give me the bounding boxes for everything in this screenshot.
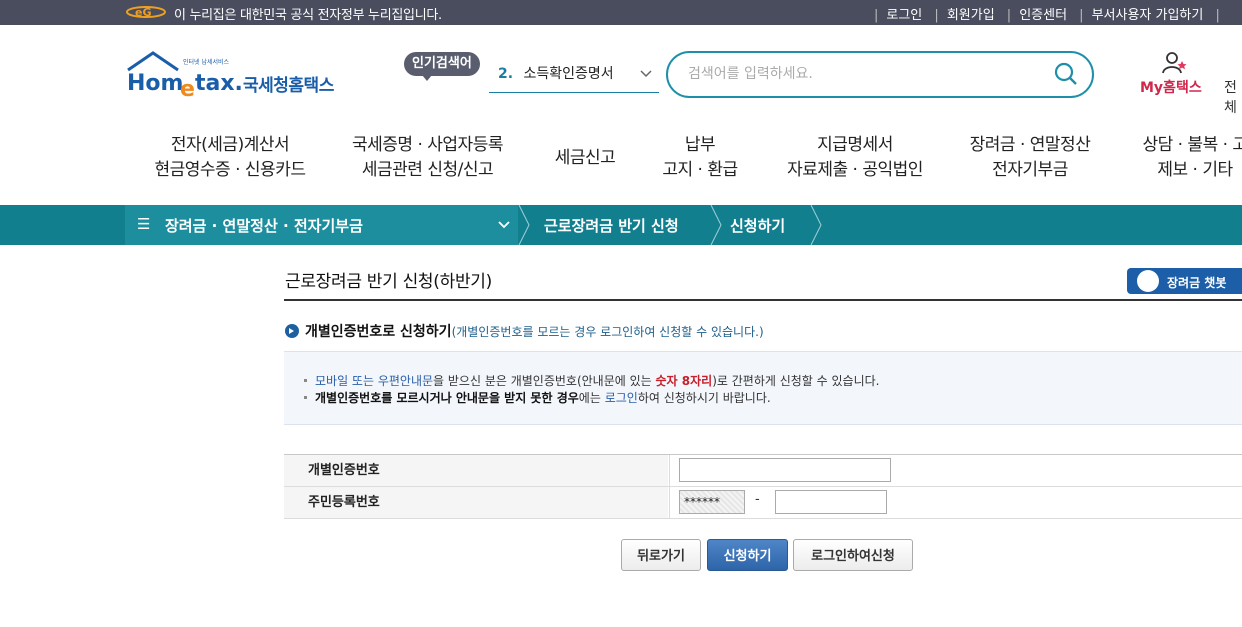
- breadcrumb-menu[interactable]: ☰ 장려금 · 연말정산 · 전자기부금: [125, 205, 518, 245]
- svg-text:e: e: [180, 77, 195, 102]
- application-form: 개별인증번호 주민등록번호 ****** -: [284, 454, 1242, 519]
- bullet-icon: [304, 379, 307, 382]
- auth-number-input[interactable]: [679, 458, 891, 482]
- all-menu-button[interactable]: 전체: [1224, 77, 1242, 117]
- user-icon: [1162, 52, 1187, 74]
- my-hometax-label: My홈택스: [1140, 80, 1202, 96]
- my-hometax-button[interactable]: My홈택스: [1140, 51, 1210, 97]
- svg-text:eG: eG: [135, 6, 152, 19]
- breadcrumb-separator-icon: [518, 205, 530, 245]
- popular-search-badge: 인기검색어: [404, 52, 480, 81]
- cert-center-link[interactable]: 인증센터: [1019, 8, 1067, 23]
- breadcrumb-level1: 장려금 · 연말정산 · 전자기부금: [165, 217, 363, 235]
- search-icon[interactable]: [1054, 62, 1078, 86]
- e-government-logo-icon: eG: [126, 6, 166, 19]
- breadcrumb-level2[interactable]: 근로장려금 반기 신청: [544, 215, 679, 236]
- search-box: [666, 51, 1094, 98]
- nav-payment-statements[interactable]: 지급명세서 자료제출 · 공익법인: [780, 133, 930, 183]
- rrn-cell: ****** -: [669, 487, 1242, 518]
- chevron-down-icon: [498, 221, 510, 229]
- nav-tax-filing[interactable]: 세금신고: [545, 146, 625, 171]
- logo-text: 국세청홈택스: [243, 76, 334, 96]
- gov-notice-text: 이 누리집은 대한민국 공식 전자정부 누리집입니다.: [174, 8, 442, 23]
- popular-keyword-rank: 2.: [498, 66, 514, 82]
- svg-text:Hom: Hom: [127, 71, 183, 96]
- form-row-auth: 개별인증번호: [284, 455, 1242, 487]
- bullet-icon: [304, 396, 307, 399]
- section-heading: 개별인증번호로 신청하기(개별인증번호를 모르는 경우 로그인하여 신청할 수 …: [285, 321, 764, 341]
- info-line-2: 개별인증번호를 모르시거나 안내문을 받지 못한 경우에는 로그인하여 신청하시…: [304, 389, 771, 406]
- arrow-circle-icon: [285, 324, 299, 338]
- section-title: 개별인증번호로 신청하기: [305, 324, 452, 340]
- breadcrumb-level3[interactable]: 신청하기: [730, 215, 785, 236]
- nav-certificates[interactable]: 국세증명 · 사업자등록 세금관련 신청/신고: [345, 133, 510, 183]
- site-header: Hom e tax. 인터넷 납세서비스 국세청홈택스 인기검색어 2. 소득확…: [0, 25, 1242, 205]
- chatbot-button[interactable]: 장려금 챗봇: [1127, 268, 1242, 294]
- nav-payment[interactable]: 납부 고지 · 환급: [655, 133, 745, 183]
- popular-keyword-select[interactable]: 2. 소득확인증명서: [489, 62, 659, 93]
- chatbot-icon: [1137, 270, 1159, 292]
- breadcrumb: ☰ 장려금 · 연말정산 · 전자기부금 근로장려금 반기 신청 신청하기: [0, 205, 1242, 245]
- top-links: | 로그인 | 회원가입 | 인증센터 | 부서사용자 가입하기 |: [874, 8, 1220, 23]
- svg-text:인터넷 납세서비스: 인터넷 납세서비스: [183, 58, 230, 66]
- back-button[interactable]: 뒤로가기: [621, 539, 701, 571]
- info-line-1: 모바일 또는 우편안내문을 받으신 분은 개별인증번호(안내문에 있는 숫자 8…: [304, 372, 880, 389]
- apply-button[interactable]: 신청하기: [707, 539, 788, 571]
- rrn-dash: -: [755, 492, 760, 507]
- chevron-down-icon: [640, 70, 652, 78]
- dept-user-signup-link[interactable]: 부서사용자 가입하기: [1092, 8, 1204, 23]
- nav-e-invoice[interactable]: 전자(세금)계산서 현금영수증 · 신용카드: [145, 133, 315, 183]
- gov-notice-bar: eG 이 누리집은 대한민국 공식 전자정부 누리집입니다. | 로그인 | 회원가…: [0, 0, 1242, 25]
- hamburger-icon: ☰: [137, 215, 151, 233]
- breadcrumb-separator-icon: [810, 205, 822, 245]
- search-input[interactable]: [686, 61, 1040, 87]
- nav-incentives-year-end[interactable]: 장려금 · 연말정산 전자기부금: [965, 133, 1095, 183]
- login-link[interactable]: 로그인: [886, 8, 922, 23]
- section-note: (개별인증번호를 모르는 경우 로그인하여 신청할 수 있습니다.): [451, 325, 764, 339]
- form-row-rrn: 주민등록번호 ****** -: [284, 487, 1242, 519]
- svg-text:tax.: tax.: [195, 71, 243, 96]
- rrn-back-input[interactable]: [775, 490, 887, 514]
- nav-consult-etc[interactable]: 상담 · 불복 · 고 제보 · 기타: [1140, 133, 1242, 183]
- title-divider: [284, 299, 1242, 301]
- popular-keyword-text: 소득확인증명서: [523, 66, 614, 82]
- info-box: 모바일 또는 우편안내문을 받으신 분은 개별인증번호(안내문에 있는 숫자 8…: [284, 351, 1242, 425]
- login-apply-button[interactable]: 로그인하여신청: [793, 539, 913, 571]
- signup-link[interactable]: 회원가입: [947, 8, 995, 23]
- rrn-front-masked: ******: [679, 490, 745, 514]
- rrn-label: 주민등록번호: [284, 487, 668, 518]
- chatbot-label: 장려금 챗봇: [1167, 276, 1227, 290]
- auth-number-label: 개별인증번호: [284, 455, 668, 486]
- breadcrumb-separator-icon: [710, 205, 722, 245]
- auth-number-cell: [669, 455, 1242, 486]
- page-title: 근로장려금 반기 신청(하반기): [285, 272, 492, 292]
